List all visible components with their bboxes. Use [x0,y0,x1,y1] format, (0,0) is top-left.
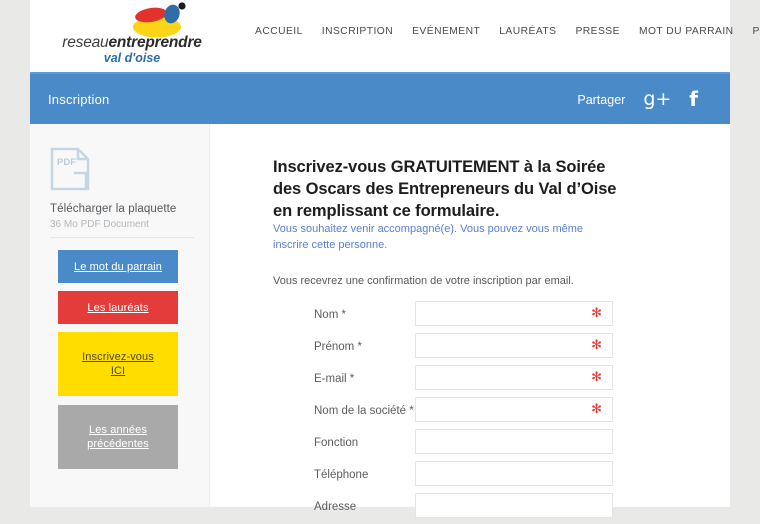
body-wrapper: PDF Télécharger la plaquette 36 Mo PDF D… [30,124,730,518]
sidebar-button-les-laureats[interactable]: Les lauréats [58,291,178,324]
form-label-fonction: Fonction [314,437,359,449]
page-container: reseauentreprendre val d'oise ACCUEIL IN… [30,0,760,518]
pdf-download-block[interactable]: PDF Télécharger la plaquette 36 Mo PDF D… [50,147,195,230]
form-row-email: E-mail * ✻ [273,364,713,396]
nav-item-accueil[interactable]: ACCUEIL [255,26,303,37]
sidebar-button-label-line2: précédentes [87,438,149,450]
headline-part1: Inscrivez-vous [273,158,391,177]
form-row-adresse: Adresse [273,492,713,524]
registration-form: Nom * ✻ Prénom * ✻ E-mail * ✻ Nom de la … [273,300,713,524]
pdf-download-title: Télécharger la plaquette [50,203,177,215]
form-row-nom: Nom * ✻ [273,300,713,332]
main-content: Inscrivez-vous GRATUITEMENT à la Soirée … [240,124,730,518]
logo-word-prefix: reseau [62,34,109,51]
sidebar-divider [50,237,194,238]
content-headline: Inscrivez-vous GRATUITEMENT à la Soirée … [273,156,623,222]
sidebar-button-label: Les lauréats [87,301,149,314]
nav-item-mot-du-parrain[interactable]: MOT DU PARRAIN [639,26,734,37]
pdf-file-icon: PDF [50,147,90,191]
required-asterisk-icon: ✻ [591,338,602,353]
form-field-nom[interactable]: ✻ [415,301,613,326]
form-row-fonction: Fonction [273,428,713,460]
svg-text:PDF: PDF [57,157,76,168]
site-header: reseauentreprendre val d'oise ACCUEIL IN… [30,0,760,72]
sidebar-button-inscrivez-vous[interactable]: Inscrivez-vous ICI [58,332,178,396]
reseau-entreprendre-logo-icon [133,2,186,38]
form-row-prenom: Prénom * ✻ [273,332,713,364]
form-label-nom: Nom * [314,309,346,321]
nav-item-plan-dacces[interactable]: PLAN D'ACCÈS [753,26,760,37]
page-title: Inscription [48,92,110,107]
sidebar-button-label-line2: ICI [110,365,126,377]
form-field-societe[interactable]: ✻ [415,397,613,422]
sidebar-button-label-line1: Inscrivez-vous [82,351,154,363]
form-row-telephone: Téléphone [273,460,713,492]
pdf-file-meta: 36 Mo PDF Document [50,219,149,230]
form-field-email[interactable]: ✻ [415,365,613,390]
form-label-prenom: Prénom * [314,341,362,353]
nav-item-evenement[interactable]: EVÉNEMENT [412,26,480,37]
form-label-adresse: Adresse [314,501,357,513]
page-banner: Inscription Partager g+ f [30,72,730,124]
share-label: Partager [577,93,626,107]
nav-item-presse[interactable]: PRESSE [575,26,619,37]
headline-emphasis: GRATUITEMENT [390,158,520,177]
form-row-societe: Nom de la société * ✻ [273,396,713,428]
form-label-email: E-mail * [314,373,355,385]
sidebar: PDF Télécharger la plaquette 36 Mo PDF D… [30,124,210,507]
form-field-prenom[interactable]: ✻ [415,333,613,358]
facebook-icon[interactable]: f [689,89,698,109]
logo-word-bold: entreprendre [108,34,202,51]
confirmation-note: Vous recevrez une confirmation de votre … [273,275,574,287]
sidebar-button-label: Inscrivez-vous ICI [82,350,154,378]
site-logo[interactable]: reseauentreprendre val d'oise [57,2,207,68]
form-label-societe: Nom de la société * [314,405,414,417]
form-label-telephone: Téléphone [314,469,369,481]
nav-item-inscription[interactable]: INSCRIPTION [322,26,393,37]
nav-item-laureats[interactable]: LAURÉATS [499,26,556,37]
sidebar-button-mot-du-parrain[interactable]: Le mot du parrain [58,250,178,283]
share-group: Partager g+ f [577,89,698,110]
sidebar-button-label: Les années précédentes [87,423,149,451]
sidebar-button-label-line1: Les années [89,424,147,436]
accompany-link[interactable]: Vous souhaitez venir accompagné(e). Vous… [273,221,608,253]
required-asterisk-icon: ✻ [591,370,602,385]
logo-wordmark: reseauentreprendre [57,34,207,52]
form-field-telephone[interactable] [415,461,613,486]
form-field-adresse[interactable] [415,493,613,518]
main-navigation: ACCUEIL INSCRIPTION EVÉNEMENT LAURÉATS P… [255,26,760,37]
required-asterisk-icon: ✻ [591,306,602,321]
google-plus-icon[interactable]: g+ [643,89,671,109]
logo-tagline: val d'oise [103,51,161,65]
sidebar-button-label: Le mot du parrain [74,260,162,273]
form-field-fonction[interactable] [415,429,613,454]
sidebar-button-annees-precedentes[interactable]: Les années précédentes [58,405,178,469]
required-asterisk-icon: ✻ [591,402,602,417]
